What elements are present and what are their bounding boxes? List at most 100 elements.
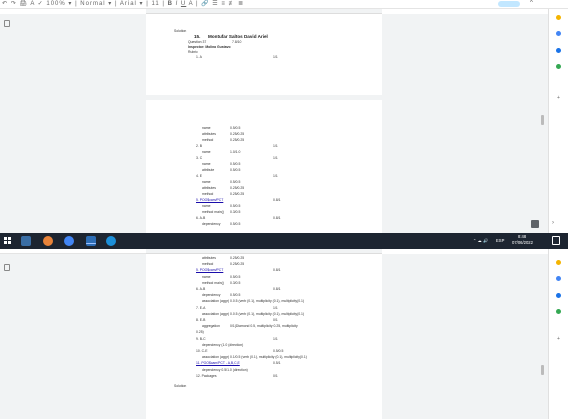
rubric-line-label: dependency [202, 222, 221, 226]
notifications-icon[interactable] [552, 236, 560, 245]
solution-label: Solution [174, 29, 187, 33]
clock-time[interactable]: 8:48 [518, 234, 526, 239]
rubric-line-label: method [202, 192, 214, 196]
rubric-line-label: 6. A-B [196, 216, 206, 220]
rubric-item-1-score: 1/1 [273, 55, 278, 59]
keep-icon[interactable] [556, 15, 561, 20]
editing-mode-button[interactable] [498, 1, 520, 7]
rubric-line-value: 0.0.5 (verb (0.1), multiplicity (0.1), m… [230, 299, 305, 304]
inspector: Inspector: Molina Gustavo [188, 45, 231, 49]
expand-panel-icon[interactable]: › [552, 220, 559, 227]
rubric-line-label: 9. B-C [196, 336, 206, 341]
question-number: 15. [194, 34, 201, 39]
solution-label-bottom: Solution [174, 384, 187, 388]
document-page-bottom: attributes 0.25/0.25 method 0.25/0.25 5. POO… [146, 254, 382, 419]
add-addon-icon[interactable]: + [557, 336, 560, 342]
toolbar-icons[interactable]: ↶ ↷ 🖨 A ✓ 100% ▾ | Normal ▾ | Arial ▾ | … [2, 0, 244, 7]
collapse-icon[interactable]: ^ [530, 0, 538, 8]
rubric-line-label: 3. C [196, 156, 203, 160]
rubric-line-label: dependency 0.5/1.0 (direction) [202, 367, 248, 372]
rubric-line-score: 0.8/1 [273, 287, 281, 291]
rubric-line-label: attributes [202, 186, 216, 190]
rubric-line-value: 0.5/0.5 [230, 222, 241, 226]
side-panel-bottom: + [548, 249, 568, 419]
rubric-line-label: 7. E-A [196, 305, 206, 310]
rubric-line-label: 2. B [196, 144, 203, 148]
chrome-icon[interactable] [64, 236, 74, 246]
rubric-line-label: 6. A-B [196, 287, 206, 291]
active-app-indicator [86, 243, 96, 244]
rubric-line-label: method [202, 138, 214, 142]
file-explorer-icon[interactable] [21, 236, 31, 246]
edge-icon[interactable] [106, 236, 116, 246]
rubric-line-value: 0.5/0.5 [230, 293, 241, 298]
rubric-line-score: 1/1 [273, 156, 278, 160]
rubric-line-label: attributes [202, 256, 216, 260]
rubric-line-label: method [202, 262, 214, 267]
rubric-line-value: 0.5/0.5 [230, 274, 241, 279]
rubric-line-score: 1/1 [273, 174, 278, 178]
rubric-line-score: 0.5/0.5 [273, 349, 284, 353]
tasks-icon[interactable] [556, 276, 561, 281]
rubric-line-label: name [202, 162, 211, 166]
rubric-line-label: dependency (1.0 (direction) [202, 342, 244, 347]
rubric-line-label: 8. E-B [196, 318, 206, 322]
tray-arrows[interactable]: ⌃ ☁ 🔊 [473, 238, 488, 244]
rubric-line-value: 0.25/0.25 [230, 186, 245, 190]
rubric-line-value: 0.3/0.5 [230, 210, 241, 214]
contacts-icon[interactable] [556, 48, 561, 53]
rubric-line-score: 0.8/1 [273, 268, 281, 273]
tasks-icon[interactable] [556, 31, 561, 36]
rubric-line-label: dependency [202, 293, 221, 298]
rubric-line-label[interactable]: 5. POO$cam/PCT [196, 268, 223, 272]
keep-icon[interactable] [556, 260, 561, 265]
rubric-line-label: name [202, 180, 211, 184]
rubric-line-value: 0.25/0.25 [230, 192, 245, 196]
language-indicator[interactable]: ESP [496, 238, 504, 243]
rubric-line-label: association (aggr) [202, 355, 229, 360]
scrollbar-bottom[interactable] [541, 365, 544, 375]
rubric-line-value: 0.25/0.25 [230, 256, 245, 260]
rubric-line-score: 1/1 [273, 144, 278, 148]
docs-toolbar: ↶ ↷ 🖨 A ✓ 100% ▾ | Normal ▾ | Arial ▾ | … [0, 0, 568, 9]
rubric-line-label[interactable]: 5. POO$cam/PCT [196, 198, 223, 202]
rubric-line-label: 4. E [196, 174, 203, 178]
rubric-line-score: 0.8/1 [273, 198, 281, 202]
rubric-line-label: method main() [202, 280, 224, 285]
scrollbar[interactable] [541, 115, 544, 125]
maps-icon[interactable] [556, 64, 561, 69]
rubric-line-score: 1/1 [273, 336, 278, 341]
rubric-line-label: name [202, 126, 211, 130]
question-line: Question 37 [188, 40, 207, 44]
rubric-line-value: 0.0.5 (verb (0.1), multiplicity (0.1), m… [230, 311, 305, 316]
rubric-line-value: 0.5/0.5 [230, 162, 241, 166]
windows-taskbar: ⌃ ☁ 🔊 ESP 8:48 07/06/2022 [0, 233, 568, 249]
document-outline-icon[interactable] [4, 20, 10, 27]
maps-icon[interactable] [556, 309, 561, 314]
rubric-line-label: name [202, 204, 211, 208]
rubric-line-label: attribute [202, 168, 215, 172]
rubric-line-value: 0.5/0.5 [230, 126, 241, 130]
document-outline-icon-bottom[interactable] [4, 264, 10, 271]
student-name: Montufar Saltos David Ariel [208, 34, 268, 39]
explore-icon[interactable] [531, 220, 539, 228]
rubric-line-value: 0.5/0.5 [230, 204, 241, 208]
rubric-line-label: 10. C-E [196, 349, 208, 353]
clock-date[interactable]: 07/06/2022 [512, 240, 533, 245]
add-addon-icon[interactable]: + [557, 95, 560, 101]
rubric-line-label[interactable]: 11. POO$cam/PCT - A,B,C,E [196, 361, 240, 365]
teams-icon[interactable] [86, 236, 96, 246]
rubric-line-value: 0.25/0.25 [230, 138, 245, 142]
rubric-line-value: 1.0/1.0 [230, 150, 241, 154]
score: 7.8/10 [232, 40, 242, 44]
document-page-1: Solution 15. Montufar Saltos David Ariel… [146, 14, 382, 95]
firefox-icon[interactable] [43, 236, 53, 246]
rubric-line-label: name [202, 274, 211, 279]
rubric-line-value: 0.3/0.5 [230, 280, 241, 285]
contacts-icon[interactable] [556, 293, 561, 298]
rubric-line-label: aggregation [202, 324, 220, 329]
rubric-line-score: 0.5/1 [273, 361, 281, 366]
windows-start-icon[interactable] [4, 237, 11, 244]
rubric-line-label: name [202, 150, 211, 154]
rubric-item-1: 1. A [196, 55, 202, 59]
